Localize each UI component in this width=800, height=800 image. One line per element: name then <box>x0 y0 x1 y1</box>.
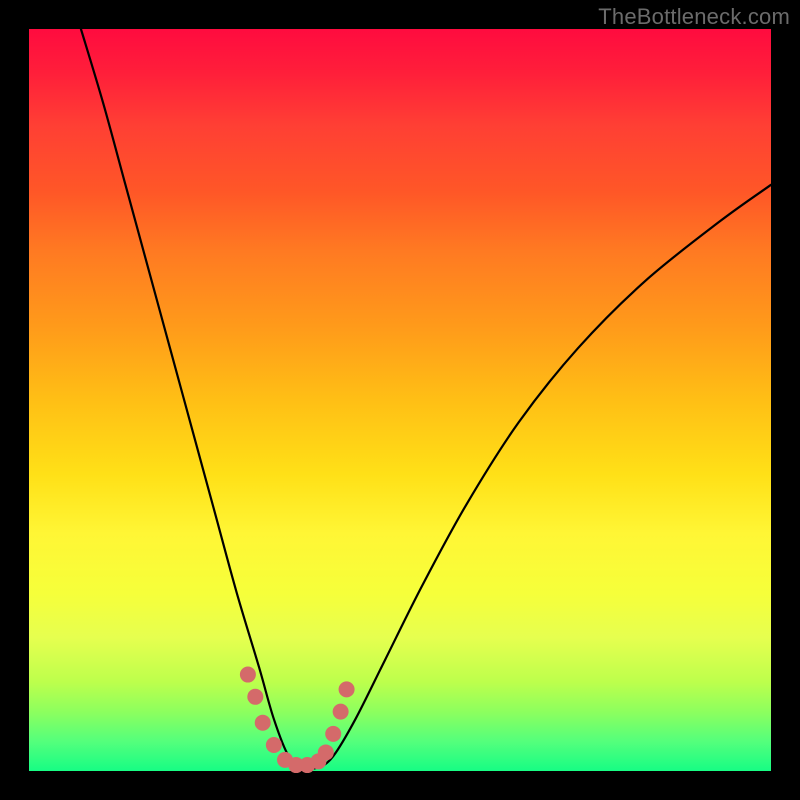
curve-group <box>81 29 771 769</box>
chart-svg <box>29 29 771 771</box>
highlight-dot <box>266 737 282 753</box>
highlight-dot <box>240 667 256 683</box>
highlight-dot <box>247 689 263 705</box>
watermark-text: TheBottleneck.com <box>598 4 790 30</box>
highlight-dot <box>333 704 349 720</box>
highlight-dot <box>339 681 355 697</box>
highlight-dot <box>255 715 271 731</box>
bottleneck-curve-line <box>81 29 771 769</box>
highlight-dot <box>325 726 341 742</box>
highlight-dots <box>240 667 355 774</box>
highlight-dot <box>318 744 334 760</box>
outer-frame: TheBottleneck.com <box>0 0 800 800</box>
